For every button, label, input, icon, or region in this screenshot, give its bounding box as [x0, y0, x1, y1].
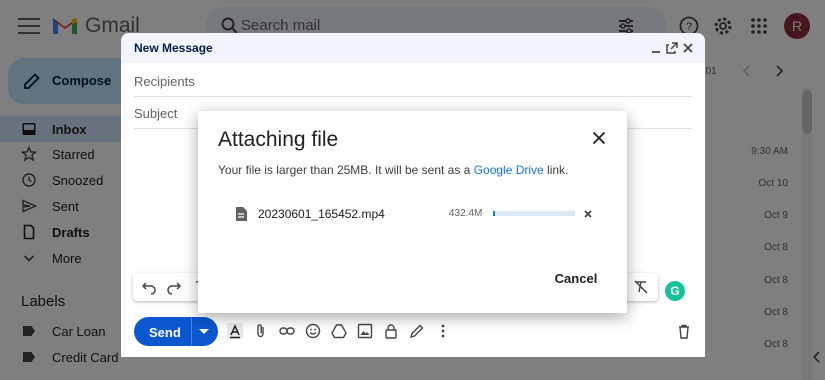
attachment-file-size: 432.4M	[449, 208, 483, 219]
attach-file-icon[interactable]	[253, 323, 269, 339]
google-drive-icon[interactable]	[331, 323, 347, 339]
recipients-placeholder: Recipients	[134, 74, 195, 89]
grammarly-icon[interactable]: G	[665, 281, 685, 301]
insert-photo-icon[interactable]	[357, 323, 373, 339]
dialog-message-text: link.	[543, 163, 569, 177]
dialog-message-text: Your file is larger than 25MB. It will b…	[218, 163, 474, 177]
send-button[interactable]: Send	[134, 317, 218, 346]
dialog-title: Attaching file	[218, 128, 339, 151]
close-icon[interactable]	[682, 42, 694, 54]
compose-header[interactable]: New Message	[121, 33, 705, 63]
undo-icon[interactable]	[141, 279, 157, 295]
upload-progress-bar	[493, 211, 575, 216]
send-options-icon[interactable]	[199, 329, 209, 334]
upload-progress-fill	[493, 211, 496, 216]
cancel-button[interactable]: Cancel	[548, 268, 604, 290]
signature-pen-icon[interactable]	[409, 323, 425, 339]
redo-icon[interactable]	[166, 279, 182, 295]
remove-formatting-icon[interactable]	[633, 279, 649, 295]
attachment-file-name: 20230601_165452.mp4	[258, 207, 385, 221]
attaching-file-dialog: Attaching file Your file is larger than …	[198, 111, 627, 313]
insert-link-icon[interactable]	[279, 323, 295, 339]
remove-attachment-icon[interactable]	[584, 210, 592, 218]
text-format-icon[interactable]	[227, 323, 243, 339]
confidential-mode-icon[interactable]	[383, 323, 399, 339]
send-label: Send	[149, 325, 181, 340]
minimize-icon[interactable]	[650, 42, 662, 54]
emoji-icon[interactable]	[305, 323, 321, 339]
more-options-icon[interactable]	[435, 323, 451, 339]
send-divider	[191, 317, 192, 346]
close-icon[interactable]	[591, 130, 607, 146]
discard-draft-icon[interactable]	[676, 323, 692, 339]
recipients-field[interactable]: Recipients	[134, 65, 692, 97]
pop-out-icon[interactable]	[666, 42, 678, 54]
google-drive-link[interactable]: Google Drive	[474, 163, 544, 177]
dialog-message: Your file is larger than 25MB. It will b…	[218, 163, 568, 177]
compose-title: New Message	[134, 41, 213, 55]
subject-placeholder: Subject	[134, 106, 178, 121]
document-file-icon	[236, 207, 247, 221]
